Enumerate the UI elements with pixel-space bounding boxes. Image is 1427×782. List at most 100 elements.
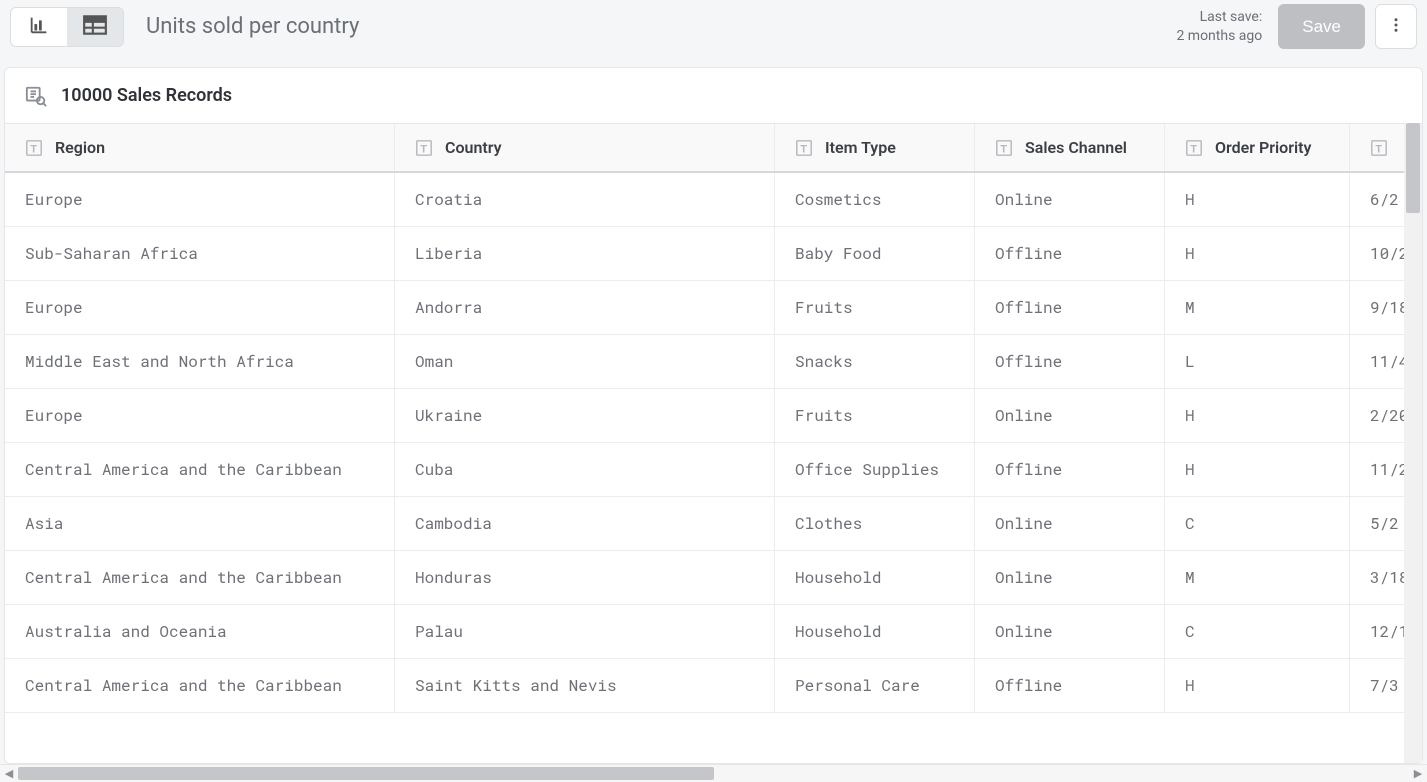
table-row[interactable]: Central America and the CaribbeanCubaOff… [5,443,1422,497]
column-label: Sales Channel [1025,138,1127,157]
cell: Central America and the Caribbean [5,443,395,496]
save-button[interactable]: Save [1278,4,1365,49]
cell: Middle East and North Africa [5,335,395,388]
cell: C [1165,605,1350,658]
chart-view-button[interactable] [11,8,67,46]
horizontal-scrollbar[interactable]: ◀ ▶ [0,764,1427,782]
column-header-sales-channel[interactable]: T Sales Channel [975,124,1165,171]
dataset-header[interactable]: 10000 Sales Records [5,68,1422,123]
cell: Europe [5,173,395,226]
dataset-name: 10000 Sales Records [61,85,232,106]
table-header: T Region T Country T Item Type T Sales C… [5,123,1422,173]
cell: Andorra [395,281,775,334]
cell: Central America and the Caribbean [5,551,395,604]
text-column-icon: T [795,139,813,157]
cell: Saint Kitts and Nevis [395,659,775,712]
text-column-icon: T [1370,139,1388,157]
table-row[interactable]: EuropeUkraineFruitsOnlineH2/20 [5,389,1422,443]
cell: Personal Care [775,659,975,712]
cell: M [1165,551,1350,604]
cell: M [1165,281,1350,334]
cell: Offline [975,281,1165,334]
cell: H [1165,659,1350,712]
column-header-item-type[interactable]: T Item Type [775,124,975,171]
page-title: Units sold per country [146,14,359,39]
last-save-value: 2 months ago [1176,27,1262,46]
table-row[interactable]: Central America and the CaribbeanSaint K… [5,659,1422,713]
text-column-icon: T [1185,139,1203,157]
svg-text:T: T [420,143,427,155]
table-body: EuropeCroatiaCosmeticsOnlineH6/2Sub-Saha… [5,173,1422,713]
cell: Ukraine [395,389,775,442]
table-view-button[interactable] [67,8,123,46]
cell: Sub-Saharan Africa [5,227,395,280]
text-column-icon: T [415,139,433,157]
cell: Asia [5,497,395,550]
cell: H [1165,389,1350,442]
more-vertical-icon [1387,16,1405,38]
table-container: T Region T Country T Item Type T Sales C… [5,123,1422,763]
cell: H [1165,227,1350,280]
svg-text:T: T [1190,143,1197,155]
cell: Offline [975,659,1165,712]
last-save-label: Last save: [1176,8,1262,27]
bar-chart-icon [28,14,50,40]
table-row[interactable]: EuropeCroatiaCosmeticsOnlineH6/2 [5,173,1422,227]
table-icon [82,14,108,40]
text-column-icon: T [995,139,1013,157]
cell: H [1165,173,1350,226]
vertical-scrollbar[interactable] [1404,123,1422,763]
cell: Cambodia [395,497,775,550]
cell: Online [975,173,1165,226]
svg-text:T: T [1375,143,1382,155]
cell: Offline [975,227,1165,280]
table-row[interactable]: Middle East and North AfricaOmanSnacksOf… [5,335,1422,389]
cell: Online [975,389,1165,442]
text-column-icon: T [25,139,43,157]
cell: Honduras [395,551,775,604]
scroll-left-arrow[interactable]: ◀ [0,765,18,782]
table-row[interactable]: Central America and the CaribbeanHondura… [5,551,1422,605]
cell: Clothes [775,497,975,550]
scrollbar-thumb[interactable] [1406,123,1420,213]
table-row[interactable]: AsiaCambodiaClothesOnlineC5/2 [5,497,1422,551]
last-save-info: Last save: 2 months ago [1176,8,1262,46]
scrollbar-thumb[interactable] [18,767,714,780]
cell: Europe [5,281,395,334]
column-header-order-priority[interactable]: T Order Priority [1165,124,1350,171]
table-row[interactable]: Sub-Saharan AfricaLiberiaBaby FoodOfflin… [5,227,1422,281]
data-panel: 10000 Sales Records T Region T Country T… [4,67,1423,764]
cell: C [1165,497,1350,550]
cell: Cosmetics [775,173,975,226]
cell: Australia and Oceania [5,605,395,658]
column-header-region[interactable]: T Region [5,124,395,171]
cell: Household [775,551,975,604]
cell: Baby Food [775,227,975,280]
cell: Oman [395,335,775,388]
table-row[interactable]: Australia and OceaniaPalauHouseholdOnlin… [5,605,1422,659]
column-label: Region [55,138,105,157]
cell: Croatia [395,173,775,226]
more-menu-button[interactable] [1375,4,1417,49]
toolbar: Units sold per country Last save: 2 mont… [0,0,1427,53]
svg-text:T: T [30,143,37,155]
svg-text:T: T [1000,143,1007,155]
cell: Europe [5,389,395,442]
cell: Palau [395,605,775,658]
cell: Snacks [775,335,975,388]
cell: Online [975,605,1165,658]
cell: Household [775,605,975,658]
cell: Central America and the Caribbean [5,659,395,712]
table-row[interactable]: EuropeAndorraFruitsOfflineM9/18 [5,281,1422,335]
scroll-right-arrow[interactable]: ▶ [1409,765,1427,782]
cell: Online [975,497,1165,550]
cell: Fruits [775,281,975,334]
cell: Liberia [395,227,775,280]
cell: Office Supplies [775,443,975,496]
cell: L [1165,335,1350,388]
cell: Cuba [395,443,775,496]
column-header-country[interactable]: T Country [395,124,775,171]
cell: Offline [975,335,1165,388]
view-toggle [10,7,124,47]
column-label: Item Type [825,138,896,157]
